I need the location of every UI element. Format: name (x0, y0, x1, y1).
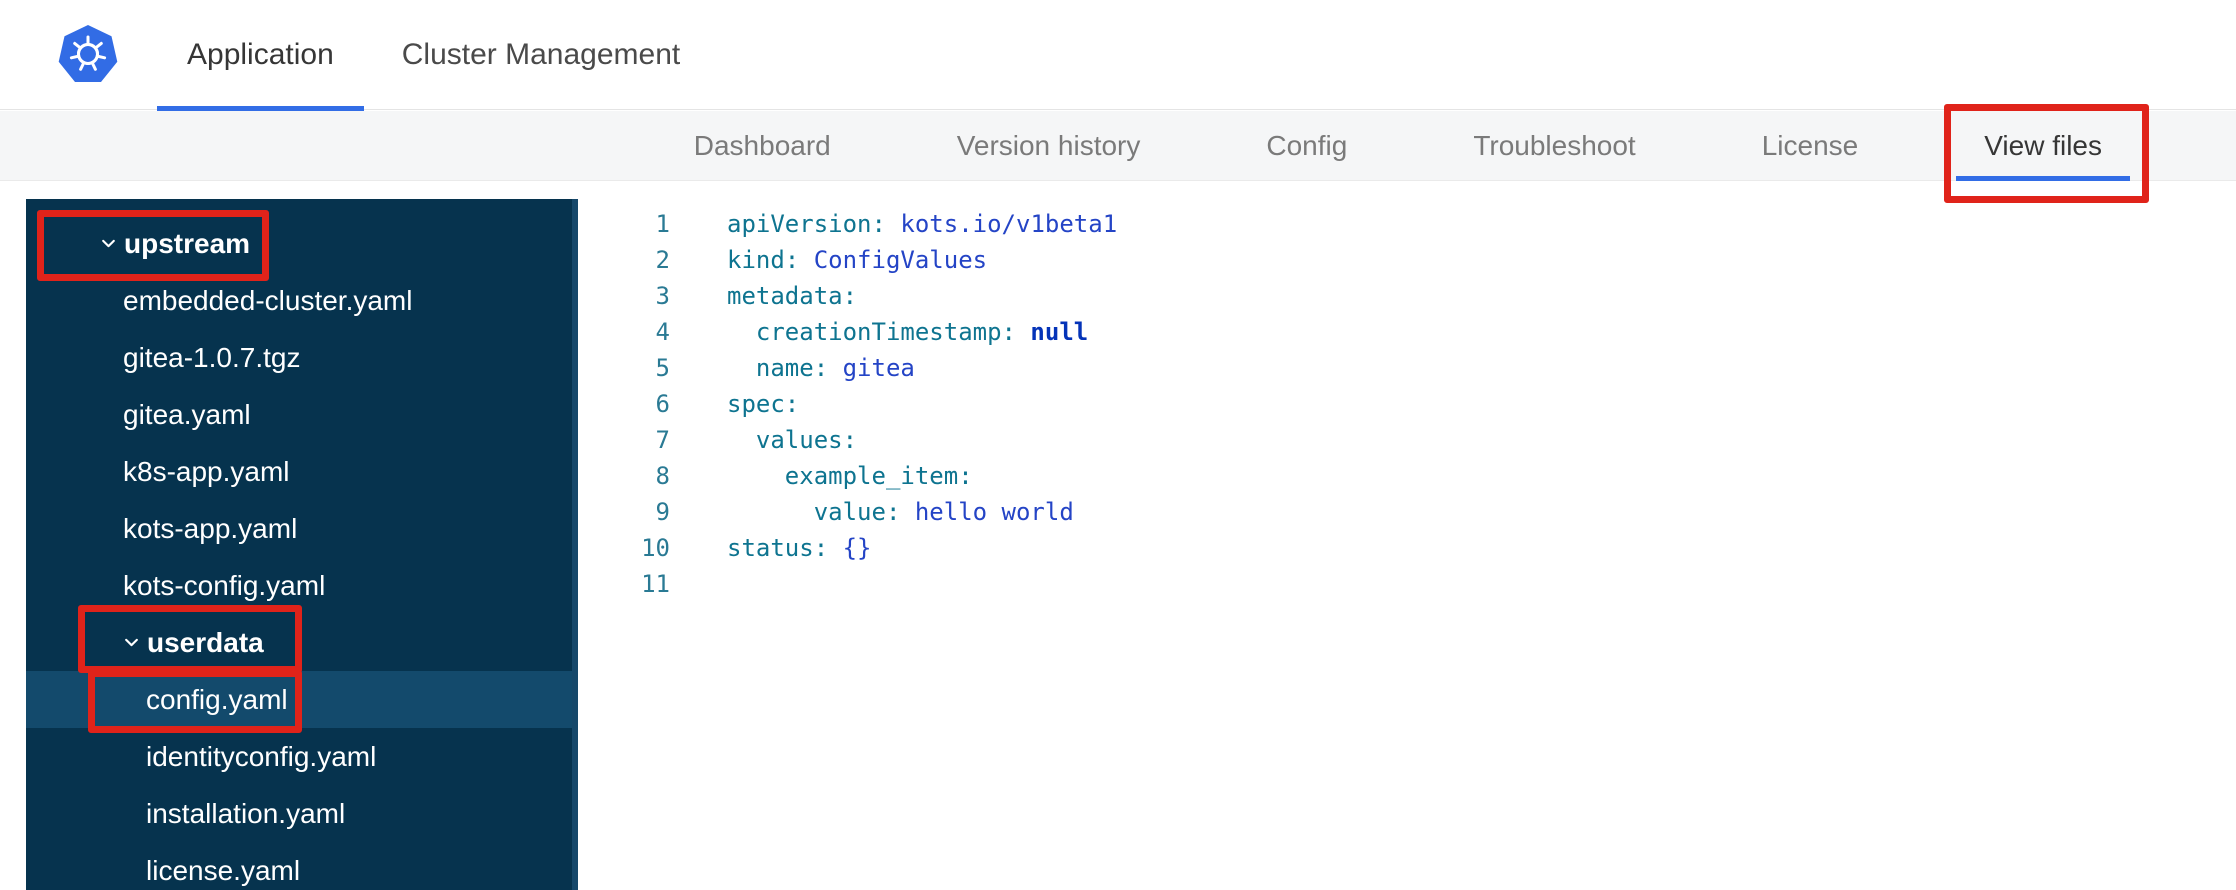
code-line: 11 (578, 566, 2236, 602)
tree-file-kots-app-yaml[interactable]: kots-app.yaml (26, 500, 578, 557)
chevron-down-icon (100, 235, 124, 252)
code-text: kind: ConfigValues (727, 246, 988, 274)
subnav-tab-troubleshoot[interactable]: Troubleshoot (1445, 111, 1663, 181)
chevron-down-icon (123, 634, 147, 651)
code-text: spec: (727, 390, 800, 418)
tree-file-gitea-1-0-7-tgz[interactable]: gitea-1.0.7.tgz (26, 329, 578, 386)
tree-file-k8s-app-yaml[interactable]: k8s-app.yaml (26, 443, 578, 500)
tree-folder-upstream[interactable]: upstream (26, 215, 578, 272)
tree-item-label: gitea.yaml (123, 398, 251, 430)
tree-file-kots-config-yaml[interactable]: kots-config.yaml (26, 557, 578, 614)
tree-item-label: gitea-1.0.7.tgz (123, 341, 301, 373)
code-text: metadata: (727, 282, 858, 310)
line-number: 4 (655, 318, 670, 346)
tree-item-label: k8s-app.yaml (123, 455, 290, 487)
code-line: 2 kind: ConfigValues (578, 242, 2236, 278)
code-text: creationTimestamp: null (727, 318, 1089, 346)
tree-file-license-yaml[interactable]: license.yaml (26, 842, 578, 890)
code-text: example_item: (727, 462, 973, 490)
tree-item-label: installation.yaml (146, 797, 346, 829)
top-nav: Application Cluster Management (0, 0, 2236, 111)
line-number: 3 (655, 282, 670, 310)
tree-item-label: kots-app.yaml (123, 512, 298, 544)
code-line: 4 creationTimestamp: null (578, 314, 2236, 350)
code-line: 1 apiVersion: kots.io/v1beta1 (578, 206, 2236, 242)
line-number: 5 (655, 354, 670, 382)
code-text: values: (727, 426, 858, 454)
tree-file-identityconfig-yaml[interactable]: identityconfig.yaml (26, 728, 578, 785)
code-text: name: gitea (727, 354, 915, 382)
code-text: status: {} (727, 534, 872, 562)
subnav-tab-version-history[interactable]: Version history (929, 111, 1169, 181)
subnav-tab-config[interactable]: Config (1238, 111, 1375, 181)
code-text: value: hello world (727, 498, 1074, 526)
tree-item-label: identityconfig.yaml (146, 740, 377, 772)
tree-file-embedded-cluster-yaml[interactable]: embedded-cluster.yaml (26, 272, 578, 329)
subnav-tab-license[interactable]: License (1734, 111, 1887, 181)
tree-file-gitea-yaml[interactable]: gitea.yaml (26, 386, 578, 443)
code-line: 3 metadata: (578, 278, 2236, 314)
file-tree-sidebar: upstream embedded-cluster.yaml gitea-1.0.7… (26, 199, 578, 890)
tree-item-label: userdata (147, 626, 264, 658)
tree-item-label: upstream (124, 227, 251, 259)
kubernetes-logo-icon (56, 23, 120, 87)
tab-application[interactable]: Application (157, 0, 364, 111)
tree-item-label: config.yaml (146, 683, 288, 715)
line-number: 6 (655, 390, 670, 418)
tree-item-label: license.yaml (146, 854, 301, 886)
line-number: 11 (641, 570, 670, 598)
file-tree: upstream embedded-cluster.yaml gitea-1.0.7… (26, 215, 578, 890)
tree-file-installation-yaml[interactable]: installation.yaml (26, 785, 578, 842)
tab-cluster-management[interactable]: Cluster Management (372, 0, 710, 110)
code-text: apiVersion: kots.io/v1beta1 (727, 210, 1118, 238)
code-line: 5 name: gitea (578, 350, 2236, 386)
tree-file-config-yaml[interactable]: config.yaml (26, 671, 578, 728)
code-line: 8 example_item: (578, 458, 2236, 494)
subnav-tab-dashboard[interactable]: Dashboard (666, 111, 859, 181)
code-line: 7 values: (578, 422, 2236, 458)
line-number: 10 (641, 534, 670, 562)
line-number: 9 (655, 498, 670, 526)
code-line: 10 status: {} (578, 530, 2236, 566)
subnav-tab-view-files[interactable]: View files (1956, 111, 2130, 181)
tree-item-label: embedded-cluster.yaml (123, 284, 413, 316)
line-number: 2 (655, 246, 670, 274)
sub-nav: Dashboard Version history Config Troublesho… (0, 111, 2236, 181)
tree-folder-userdata[interactable]: userdata (26, 614, 578, 671)
line-number: 7 (655, 426, 670, 454)
line-number: 8 (655, 462, 670, 490)
code-line: 6 spec: (578, 386, 2236, 422)
code-line: 9 value: hello world (578, 494, 2236, 530)
line-number: 1 (655, 210, 670, 238)
code-editor: 1 apiVersion: kots.io/v1beta1 2 kind: Confi… (578, 199, 2236, 890)
top-tabs: Application Cluster Management (157, 0, 710, 111)
tree-item-label: kots-config.yaml (123, 569, 326, 601)
